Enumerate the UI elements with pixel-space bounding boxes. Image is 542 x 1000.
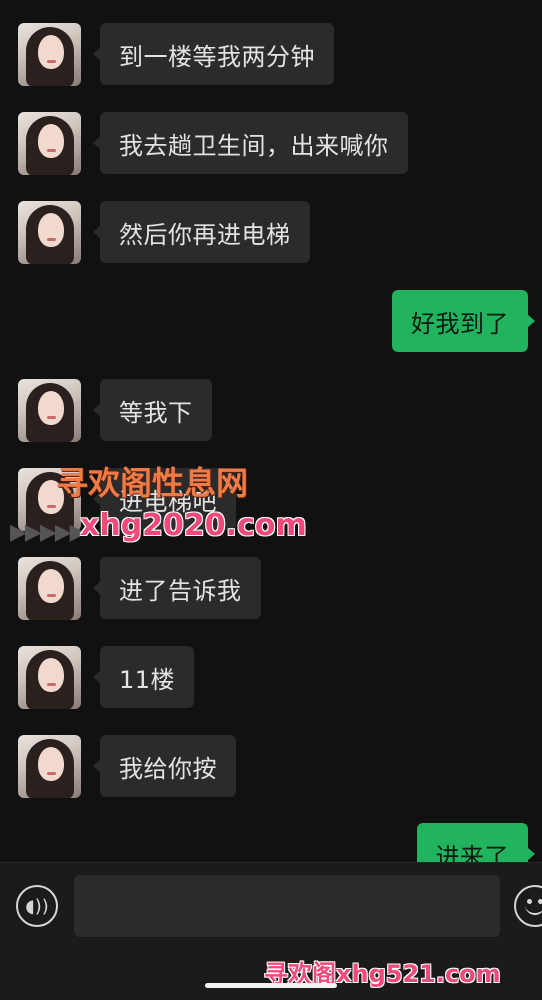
- contact-avatar[interactable]: [18, 646, 81, 709]
- message-row: 我给你按: [0, 735, 542, 799]
- message-bubble-incoming[interactable]: 我去趟卫生间，出来喊你: [93, 112, 408, 174]
- contact-avatar[interactable]: [18, 557, 81, 620]
- chat-screen: 到一楼等我两分钟 我去趟卫生间，出来喊你 然后你再进电梯 好我到了 等我下 进电…: [0, 0, 542, 1000]
- message-bubble-incoming[interactable]: 等我下: [93, 379, 212, 441]
- message-bubble-incoming[interactable]: 然后你再进电梯: [93, 201, 310, 263]
- message-row: 好我到了: [0, 290, 542, 354]
- message-row: 到一楼等我两分钟: [0, 23, 542, 87]
- message-bubble-outgoing[interactable]: 好我到了: [392, 290, 535, 352]
- message-row: 进了告诉我: [0, 557, 542, 621]
- message-bubble-incoming[interactable]: 到一楼等我两分钟: [93, 23, 334, 85]
- contact-avatar[interactable]: [18, 112, 81, 175]
- voice-icon[interactable]: ◖)): [16, 885, 58, 927]
- contact-avatar[interactable]: [18, 201, 81, 264]
- contact-avatar[interactable]: [18, 23, 81, 86]
- message-row: 等我下: [0, 379, 542, 443]
- watermark-title: 寻欢阁性息网: [56, 464, 249, 502]
- emoji-icon[interactable]: [514, 885, 542, 927]
- contact-avatar[interactable]: [18, 379, 81, 442]
- home-indicator[interactable]: [205, 983, 337, 988]
- message-bubble-incoming[interactable]: 进了告诉我: [93, 557, 261, 619]
- message-row: 我去趟卫生间，出来喊你: [0, 112, 542, 176]
- message-bubble-incoming[interactable]: 我给你按: [93, 735, 236, 797]
- message-bubble-incoming[interactable]: 11楼: [92, 646, 195, 708]
- watermark-url: xhg2020.com: [80, 508, 307, 543]
- message-row: 然后你再进电梯: [0, 201, 542, 265]
- message-input[interactable]: [74, 875, 500, 937]
- message-row: 11楼: [0, 646, 542, 710]
- contact-avatar[interactable]: [18, 735, 81, 798]
- watermark-arrow-icon: ▶▶▶▶▶: [10, 520, 87, 545]
